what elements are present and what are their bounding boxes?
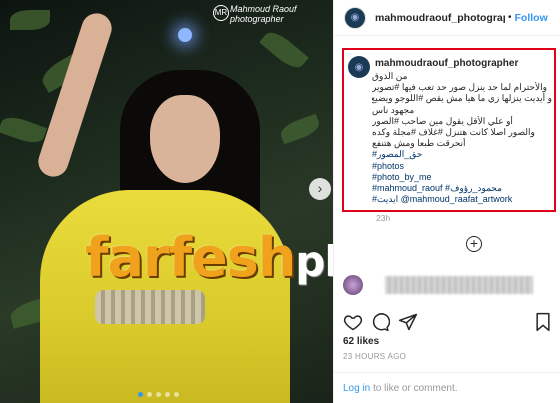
comment-row	[343, 272, 553, 298]
plus-circle-icon[interactable]: +	[466, 236, 482, 252]
leaf-decor	[259, 26, 309, 74]
bookmark-icon[interactable]	[533, 312, 553, 332]
caption-text: من الذوق والأحترام لما حد ينزل صور حد تع…	[372, 71, 552, 205]
caption-line: من الذوق	[372, 71, 408, 81]
header-separator: •	[508, 12, 512, 23]
caption-hashtag[interactable]: حق_المصور#	[372, 149, 552, 160]
caption-line: أو علي الأقل يقول مين صاحب #الصور	[372, 115, 513, 126]
caption-line: والأحترام لما حد ينزل صور حد تعب فيها #ت…	[372, 82, 547, 93]
caption-hashtag[interactable]: #ايديت @mahmoud_raafat_artwork	[372, 194, 552, 205]
dress-belt	[95, 290, 205, 324]
caption-line: و أيديت ينزلها زي ما هيا مش يقص #اللوجو …	[372, 93, 552, 104]
comment-icon[interactable]	[370, 312, 390, 332]
header-username[interactable]: mahmoudraouf_photographer	[375, 12, 505, 24]
leaf-decor	[278, 113, 322, 145]
carousel-dot	[174, 392, 179, 397]
leaf-decor	[10, 10, 50, 30]
blurred-comment	[385, 276, 533, 294]
caption-hashtag[interactable]: #mahmoud_raouf #محمود_رؤوف	[372, 183, 552, 194]
action-bar	[343, 312, 553, 334]
heart-icon[interactable]	[343, 312, 363, 332]
photographer-logo: MR	[213, 5, 229, 21]
post-header: ◉ mahmoudraouf_photographer • Follow	[334, 0, 560, 36]
stamp-line-2: photographer	[230, 14, 284, 24]
caption-username[interactable]: mahmoudraouf_photographer	[375, 58, 518, 69]
woman-arm	[34, 9, 116, 181]
post-photo[interactable]: MR Mahmoud Raouf photographer farfeshplu…	[0, 0, 333, 403]
carousel-dot	[165, 392, 170, 397]
watermark-main: farfesh	[85, 226, 296, 289]
carousel-dot	[147, 392, 152, 397]
carousel-dot	[156, 392, 161, 397]
caption-line: مجهود ناس	[372, 104, 415, 115]
chevron-right-icon[interactable]: ›	[309, 178, 331, 200]
leaf-decor	[0, 112, 48, 148]
login-rest-text: to like or comment.	[370, 383, 458, 394]
woman-face	[150, 95, 220, 183]
caption-line: أنحرقت طبعا ومش هتنفع	[372, 138, 466, 149]
share-icon[interactable]	[398, 312, 418, 332]
caption-line: والصور اصلا كانت هتنزل #غلاف #مجلة وكده	[372, 127, 535, 138]
site-watermark: farfeshplus.com	[85, 226, 333, 289]
caption-hashtag[interactable]: #photo_by_me	[372, 172, 552, 183]
stamp-line-1: Mahmoud Raouf	[230, 4, 297, 14]
likes-count[interactable]: 62 likes	[343, 336, 379, 347]
follow-button[interactable]: Follow	[515, 12, 548, 24]
watermark-suffix: plus.com	[295, 237, 333, 286]
caption-hashtag[interactable]: #photos	[372, 161, 552, 172]
carousel-dot	[138, 392, 143, 397]
bokeh-light	[178, 28, 192, 42]
photographer-stamp: Mahmoud Raouf photographer	[230, 4, 297, 24]
caption-avatar[interactable]: ◉	[348, 56, 370, 78]
profile-avatar[interactable]: ◉	[344, 6, 366, 29]
caption-time: 23h	[376, 213, 391, 223]
commenter-avatar[interactable]	[343, 275, 363, 295]
post-time-ago: 23 HOURS AGO	[343, 352, 407, 361]
caption-highlight-box: ◉ mahmoudraouf_photographer من الذوق وال…	[342, 48, 556, 212]
carousel-dots	[138, 392, 179, 397]
login-link[interactable]: Log in	[343, 383, 370, 394]
login-prompt: Log in to like or comment.	[333, 372, 560, 394]
